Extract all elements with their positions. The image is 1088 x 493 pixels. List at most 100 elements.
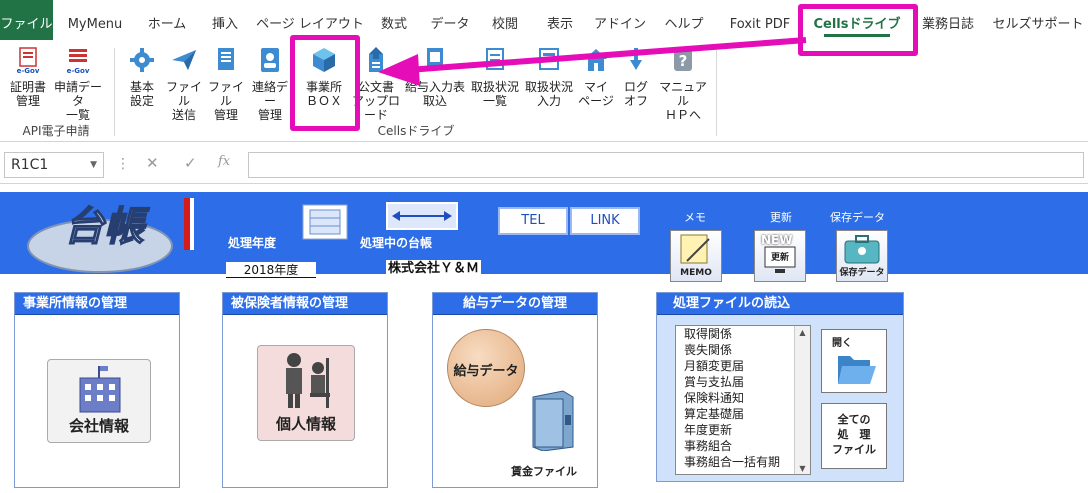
file-send-label2: 送信 <box>171 108 196 122</box>
box-icon <box>313 48 335 72</box>
cert-manage-label1: 証明書 <box>9 80 46 94</box>
file-send-label1: ファイル <box>165 80 202 108</box>
tab-insert[interactable]: 挿入 <box>200 0 250 40</box>
memo-button[interactable]: MEMO <box>670 230 722 282</box>
scroll-up-icon[interactable]: ▲ <box>795 326 810 340</box>
salary-data-label: 給与データ <box>453 364 519 379</box>
link-button[interactable]: LINK <box>570 207 640 235</box>
list-item[interactable]: 年度更新 <box>676 422 810 438</box>
logo-text: 台帳 <box>64 204 150 250</box>
basic-settings-label1: 基本 <box>129 80 154 94</box>
office-box-label2: ＢＯＸ <box>305 94 342 108</box>
list-item[interactable]: 算定基礎届 <box>676 406 810 422</box>
cancel-button[interactable]: ✕ <box>146 154 159 172</box>
list-item[interactable]: 喪失関係 <box>676 342 810 358</box>
tab-file[interactable]: ファイル <box>0 0 53 40</box>
egov-cert-icon: e-Gov <box>17 47 40 74</box>
contact-icon <box>261 48 279 72</box>
ledger-label: 処理中の台帳 <box>360 236 433 250</box>
all-files-label1: 全ての <box>837 413 871 426</box>
status-list-label2: 一覧 <box>482 94 507 108</box>
excel-window: ファイル MyMenu ホーム 挿入 ページ レイアウト 数式 データ 校閲 表… <box>0 0 1088 493</box>
list-item[interactable]: 月額変更届 <box>676 358 810 374</box>
application-list-button[interactable]: e-Gov 申請データ 一覧 <box>50 46 106 122</box>
ledger-switch-icon[interactable] <box>386 202 458 230</box>
worksheet: 台帳 処理年度 2018年度 処理中の台帳 株式会社Ｙ＆Ｍ TEL LINK メ… <box>0 186 1088 493</box>
contact-data-manage-label2: 管理 <box>257 108 282 122</box>
scroll-down-icon[interactable]: ▼ <box>795 462 810 474</box>
update-button[interactable]: NEW 更新 <box>754 230 806 282</box>
application-list-label1: 申請データ <box>53 80 102 108</box>
list-item[interactable]: 保険料通知 <box>676 390 810 406</box>
people-icon <box>286 353 330 408</box>
insert-function-button[interactable]: fx <box>218 154 230 169</box>
memo-icon <box>680 234 710 264</box>
personal-info-label: 個人情報 <box>275 415 336 433</box>
cert-manage-button[interactable]: e-Gov 証明書 管理 <box>4 46 52 118</box>
gear-icon <box>130 48 154 72</box>
list-item[interactable]: 賞与支払届 <box>676 374 810 390</box>
basic-settings-button[interactable]: 基本 設定 <box>122 46 162 118</box>
office-info-title: 事業所情報の管理 <box>15 293 179 315</box>
tab-cells-drive[interactable]: Cellsドライブ <box>806 0 908 40</box>
contact-data-manage-label1: 連絡デー <box>251 80 288 108</box>
log-off-label2: オフ <box>623 94 648 108</box>
calendar-icon[interactable] <box>302 204 348 240</box>
process-file-list[interactable]: 取得関係 喪失関係 月額変更届 賞与支払届 保険料通知 算定基礎届 年度更新 事… <box>675 325 811 475</box>
building-icon <box>79 366 121 413</box>
personal-info-button[interactable]: 個人情報 <box>257 345 355 441</box>
tab-mymenu[interactable]: MyMenu <box>60 0 130 40</box>
contact-data-manage-button[interactable]: 連絡デー 管理 <box>248 46 292 122</box>
chevron-down-icon[interactable]: ▼ <box>90 153 97 177</box>
tab-cells-support[interactable]: セルズサポート <box>990 0 1086 40</box>
open-file-button[interactable]: 開く <box>821 329 887 393</box>
salary-data-panel: 給与データの管理 給与データ 賃金ファイル <box>432 292 598 488</box>
salary-data-button[interactable]: 給与データ <box>447 329 525 407</box>
file-send-button[interactable]: ファイル 送信 <box>164 46 204 122</box>
list-scrollbar[interactable]: ▲ ▼ <box>794 326 810 474</box>
insured-info-panel: 被保険者情報の管理 個人情報 <box>222 292 388 488</box>
tab-page-layout[interactable]: ページ レイアウト <box>256 0 364 40</box>
ledger-value: 株式会社Ｙ＆Ｍ <box>386 260 482 278</box>
wage-file-icon[interactable] <box>525 389 581 451</box>
annotation-arrow <box>378 37 807 86</box>
egov-list-icon: e-Gov <box>67 49 90 74</box>
cells-group-label: Cellsドライブ <box>377 124 455 138</box>
ledger-logo: 台帳 <box>27 198 194 273</box>
file-manage-button[interactable]: ファイル 管理 <box>206 46 246 122</box>
year-value: 2018年度 <box>226 262 316 278</box>
status-input-label2: 入力 <box>536 94 561 108</box>
svg-text:e-Gov: e-Gov <box>67 67 90 74</box>
office-box-button[interactable]: 事業所 ＢＯＸ <box>300 46 348 118</box>
enter-button[interactable]: ✓ <box>184 154 197 172</box>
name-box[interactable]: R1C1 ▼ <box>4 152 104 178</box>
save-data-button[interactable]: 保存データ <box>836 230 888 282</box>
cert-manage-label2: 管理 <box>15 94 40 108</box>
list-item[interactable]: 取得関係 <box>676 326 810 342</box>
tel-button[interactable]: TEL <box>498 207 568 235</box>
update-label: 更新 <box>770 211 792 224</box>
all-files-label3: ファイル <box>832 443 876 456</box>
name-box-value: R1C1 <box>11 157 49 173</box>
tab-business-diary[interactable]: 業務日誌 <box>916 0 980 40</box>
svg-text:e-Gov: e-Gov <box>17 67 40 74</box>
memo-button-label: MEMO <box>680 268 712 278</box>
formula-input[interactable] <box>248 152 1084 178</box>
year-label: 処理年度 <box>228 236 277 250</box>
tab-home[interactable]: ホーム <box>140 0 194 40</box>
company-info-button[interactable]: 会社情報 <box>47 359 151 443</box>
insured-info-title: 被保険者情報の管理 <box>223 293 387 315</box>
all-process-files-button[interactable]: 全ての 処 理 ファイル <box>821 403 887 469</box>
file-manage-icon <box>218 48 234 70</box>
process-file-title: 処理ファイルの読込 <box>657 293 903 315</box>
list-item[interactable]: 事務組合一括有期 <box>676 454 810 470</box>
save-data-button-label: 保存データ <box>839 268 885 278</box>
basic-settings-label2: 設定 <box>129 94 154 108</box>
my-page-label2: ページ <box>578 94 614 108</box>
paper-plane-icon <box>172 50 196 70</box>
new-badge: NEW <box>761 233 793 247</box>
salary-input-import-label2: 取込 <box>422 94 447 108</box>
all-files-label2: 処 理 <box>837 428 871 441</box>
file-manage-label2: 管理 <box>213 108 238 122</box>
list-item[interactable]: 事務組合 <box>676 438 810 454</box>
